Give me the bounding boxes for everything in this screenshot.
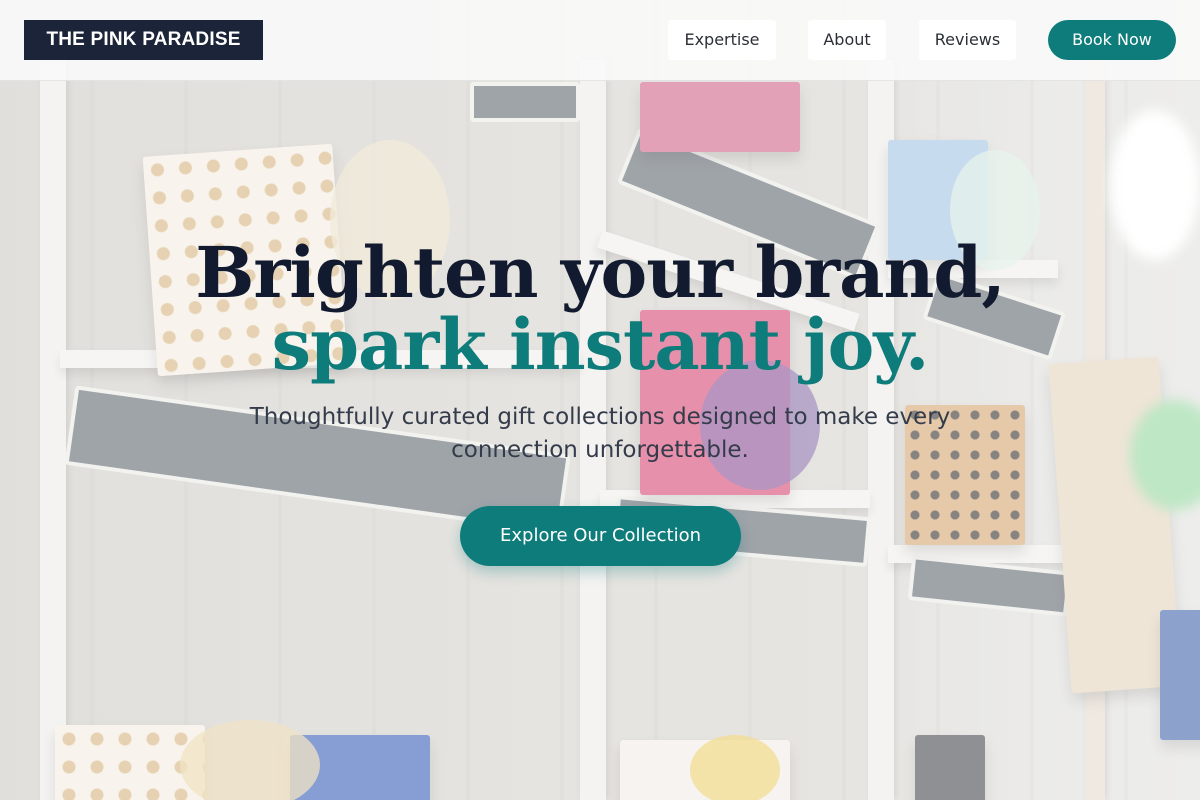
- nav-link-expertise[interactable]: Expertise: [668, 20, 776, 60]
- hero-headline-line2: spark instant joy.: [271, 303, 930, 386]
- brand-logo[interactable]: THE PINK PARADISE: [24, 20, 263, 60]
- hero-headline-line1: Brighten your brand,: [195, 231, 1006, 314]
- nav-link-about[interactable]: About: [808, 20, 886, 60]
- hero-section: Brighten your brand, spark instant joy. …: [0, 81, 1200, 800]
- nav-link-reviews[interactable]: Reviews: [919, 20, 1016, 60]
- book-now-button[interactable]: Book Now: [1048, 20, 1176, 60]
- hero-tagline: Thoughtfully curated gift collections de…: [249, 404, 951, 463]
- site-header: THE PINK PARADISE Expertise About Review…: [0, 0, 1200, 81]
- explore-collection-button[interactable]: Explore Our Collection: [460, 506, 741, 566]
